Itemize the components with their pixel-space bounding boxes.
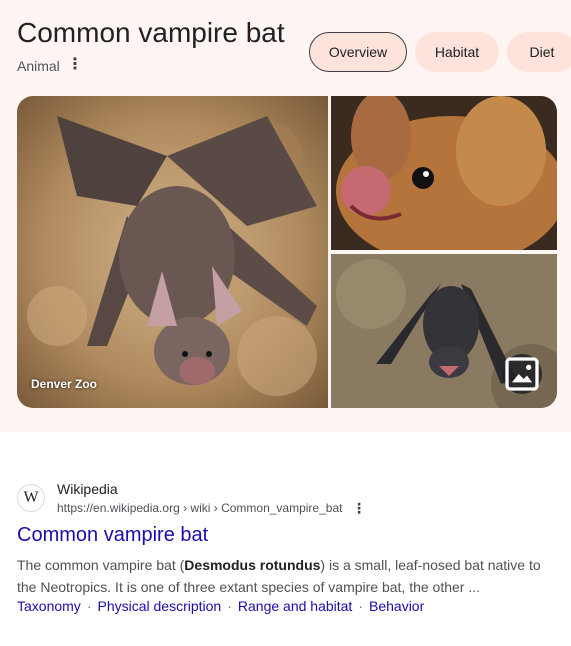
bat-photo-main[interactable]: Denver Zoo: [17, 96, 328, 408]
result-snippet: The common vampire bat (Desmodus rotundu…: [17, 554, 557, 598]
bat-photo-closeup-image: [331, 96, 557, 250]
sitelink-physical-description[interactable]: Physical description: [97, 598, 221, 614]
view-images-button[interactable]: [502, 354, 542, 394]
bat-photo-hanging[interactable]: [331, 254, 557, 408]
bat-photo-closeup[interactable]: [331, 96, 557, 250]
favicon-letter: W: [23, 489, 39, 506]
chip-label: Diet: [529, 44, 555, 60]
chip-habitat[interactable]: Habitat: [415, 32, 499, 72]
sitelink-separator: ·: [86, 598, 92, 614]
bat-photo-main-image: [17, 96, 328, 408]
sitelink-separator: ·: [358, 598, 363, 614]
photo-caption: Denver Zoo: [31, 377, 98, 391]
image-icon: [505, 357, 539, 391]
knowledge-panel-header: Common vampire bat Animal ⋮ Overview Hab…: [0, 0, 571, 432]
vertical-dots-icon[interactable]: ⋮: [67, 55, 83, 75]
entity-subtitle: Animal: [17, 58, 60, 74]
chip-overview[interactable]: Overview: [309, 32, 407, 72]
sitelink-separator: ·: [227, 598, 232, 614]
chip-label: Overview: [328, 44, 388, 60]
result-url[interactable]: https://en.wikipedia.org › wiki › Common…: [57, 501, 342, 515]
vertical-dots-icon[interactable]: ⋮: [351, 498, 367, 518]
chip-diet[interactable]: Diet: [507, 32, 571, 72]
wikipedia-favicon: W: [17, 484, 45, 512]
sitelinks: Taxonomy · Physical description · Range and …: [17, 598, 424, 614]
sitelink-taxonomy[interactable]: Taxonomy: [17, 598, 81, 614]
result-site-name[interactable]: Wikipedia: [57, 481, 118, 497]
result-title-link[interactable]: Common vampire bat: [17, 524, 208, 547]
image-gallery: Denver Zoo: [17, 96, 557, 408]
entity-title: Common vampire bat: [17, 17, 285, 48]
snippet-text-before: The common vampire bat (: [17, 557, 185, 573]
sitelink-range-and-habitat[interactable]: Range and habitat: [238, 598, 352, 614]
snippet-bold-term: Desmodus rotundus: [184, 557, 321, 573]
chip-label: Habitat: [434, 44, 480, 60]
sitelink-behavior[interactable]: Behavior: [369, 598, 424, 614]
